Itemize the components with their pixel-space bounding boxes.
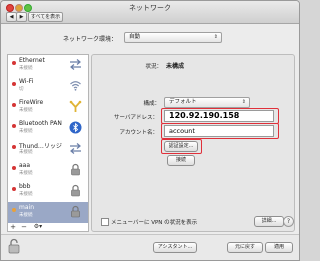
account-name-label: アカウント名： xyxy=(119,130,158,136)
service-item[interactable]: aaa 未接続 xyxy=(8,160,88,181)
server-address-field[interactable]: 120.92.190.158 xyxy=(164,110,274,122)
config-value: デフォルト xyxy=(169,99,197,105)
service-item[interactable]: main 未接続 xyxy=(8,202,88,223)
status-label: 状況： xyxy=(145,64,162,70)
config-label: 構成： xyxy=(143,101,160,107)
status-dot-icon xyxy=(12,166,16,170)
service-name: aaa xyxy=(19,162,31,169)
menubar-vpn-checkbox[interactable] xyxy=(101,218,109,226)
title-bar: ネットワーク ◀ ▶ すべてを表示 xyxy=(1,1,299,24)
service-list-tools: + − ⚙▾ xyxy=(7,223,87,231)
firewire-icon xyxy=(69,100,82,113)
service-status: 未接続 xyxy=(19,66,33,71)
status-value: 未構成 xyxy=(166,63,185,70)
service-item[interactable]: bbb 未接続 xyxy=(8,181,88,202)
location-label: ネットワーク環境： xyxy=(62,36,117,43)
wifi-icon xyxy=(69,79,82,92)
forward-button[interactable]: ▶ xyxy=(16,12,27,22)
service-item[interactable]: Bluetooth PAN 未接続 xyxy=(8,118,88,139)
service-name: Ethernet xyxy=(19,57,45,64)
add-service-button[interactable]: + xyxy=(8,223,18,231)
status-dot-icon xyxy=(12,103,16,107)
status-dot-icon xyxy=(12,187,16,191)
service-status: 切 xyxy=(19,87,24,92)
bottom-bar: アシスタント... 元に戻す 適用 xyxy=(1,234,299,260)
service-item[interactable]: Thund…リッジ 未接続 xyxy=(8,139,88,160)
account-name-value: account xyxy=(169,127,195,135)
service-item[interactable]: Ethernet 未接続 xyxy=(8,55,88,76)
location-popup[interactable]: 自動 ⇕ xyxy=(124,32,222,43)
service-status: 未接続 xyxy=(19,213,33,218)
service-name: Wi-Fi xyxy=(19,78,34,85)
service-item[interactable]: FireWire 未接続 xyxy=(8,97,88,118)
thunderbolt-arrows-icon xyxy=(69,142,82,155)
status-dot-icon xyxy=(12,145,16,149)
status-dot-icon xyxy=(12,124,16,128)
remove-service-button[interactable]: − xyxy=(19,223,29,231)
service-name: FireWire xyxy=(19,99,44,106)
show-all-button[interactable]: すべてを表示 xyxy=(28,12,63,22)
gear-menu-button[interactable]: ⚙▾ xyxy=(31,223,45,231)
service-status: 未接続 xyxy=(19,108,33,113)
account-name-field[interactable]: account xyxy=(164,125,274,137)
location-value: 自動 xyxy=(129,34,141,40)
revert-button[interactable]: 元に戻す xyxy=(227,242,263,253)
service-name: main xyxy=(19,204,34,211)
advanced-button[interactable]: 詳細... xyxy=(254,216,284,227)
config-popup[interactable]: デフォルト ⇕ xyxy=(164,97,250,108)
bluetooth-icon xyxy=(69,121,82,134)
server-address-value: 120.92.190.158 xyxy=(169,111,240,120)
ethernet-arrows-icon xyxy=(69,58,82,71)
lock-icon xyxy=(69,205,82,218)
menubar-vpn-label: メニューバーに VPN の状況を表示 xyxy=(111,220,198,226)
apply-button[interactable]: 適用 xyxy=(265,242,293,253)
network-window: ネットワーク ◀ ▶ すべてを表示 ネットワーク環境： 自動 ⇕ Etherne… xyxy=(0,0,300,261)
assistant-button[interactable]: アシスタント... xyxy=(153,242,197,253)
popup-arrows-icon: ⇕ xyxy=(241,99,246,105)
lock-icon xyxy=(69,184,82,197)
lock-icon xyxy=(69,163,82,176)
status-dot-icon xyxy=(12,61,16,65)
service-status: 未接続 xyxy=(19,171,33,176)
service-status: 未接続 xyxy=(19,150,33,155)
status-dot-icon xyxy=(12,82,16,86)
service-status: 未接続 xyxy=(19,129,33,134)
auth-settings-button[interactable]: 認証設定... xyxy=(164,141,198,152)
server-address-label: サーバアドレス： xyxy=(114,115,158,121)
service-list[interactable]: Ethernet 未接続 Wi-Fi 切 FireWire 未接続 Bluetooth PA… xyxy=(7,54,89,232)
service-item[interactable]: Wi-Fi 切 xyxy=(8,76,88,97)
service-name: bbb xyxy=(19,183,31,190)
detail-panel: 状況： 未構成 構成： デフォルト ⇕ サーバアドレス： 120.92.190.… xyxy=(91,54,295,232)
status-dot-icon xyxy=(12,208,16,212)
lock-icon[interactable] xyxy=(7,238,21,254)
service-status: 未接続 xyxy=(19,192,33,197)
service-name: Bluetooth PAN xyxy=(19,120,62,127)
help-button[interactable]: ? xyxy=(283,216,294,227)
popup-arrows-icon: ⇕ xyxy=(213,34,218,40)
connect-button[interactable]: 接続 xyxy=(167,155,195,166)
